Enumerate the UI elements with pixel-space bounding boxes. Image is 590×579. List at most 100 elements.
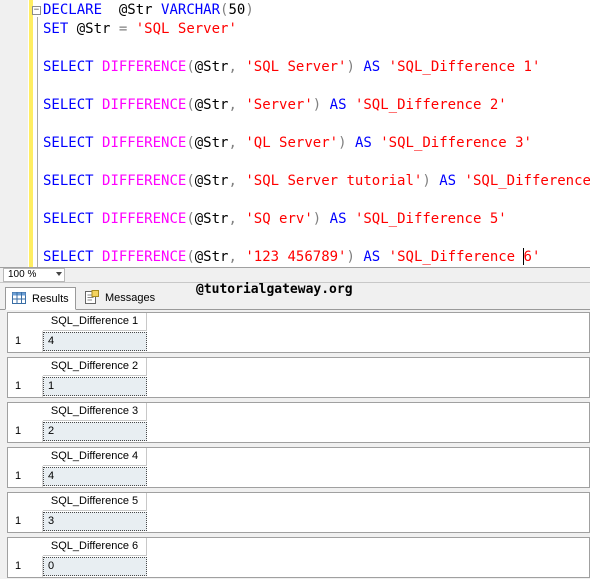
code-token: @Str (102, 2, 162, 18)
grid-icon (12, 292, 26, 304)
row-number[interactable]: 1 (8, 421, 43, 442)
code-token: ( (186, 249, 195, 265)
row-number[interactable]: 1 (8, 556, 43, 577)
code-token: , (228, 211, 237, 227)
horizontal-scrollbar[interactable] (68, 270, 586, 279)
row-number[interactable]: 1 (8, 376, 43, 397)
code-line: SELECT DIFFERENCE(@Str, 'SQL Server') AS… (43, 58, 540, 76)
code-token: 'SQL_Difference 6' (388, 249, 541, 265)
tab-results[interactable]: Results (5, 287, 76, 310)
code-token: ) (422, 173, 431, 189)
code-token: , (228, 59, 237, 75)
code-line: SET @Str = 'SQL Server' (43, 20, 237, 38)
code-token: 'SQL Server' (245, 59, 347, 75)
column-header[interactable]: SQL_Difference 5 (43, 493, 147, 511)
code-token: , (228, 249, 237, 265)
result-cell[interactable]: 0 (43, 557, 147, 576)
code-token: 50 (228, 2, 246, 18)
code-token: ) (245, 2, 254, 18)
code-token: AS (363, 249, 381, 265)
code-token: DIFFERENCE (102, 173, 187, 189)
row-number[interactable]: 1 (8, 331, 43, 352)
outline-line (37, 17, 38, 267)
result-grid[interactable]: SQL_Difference 6 1 0 (7, 537, 590, 578)
code-token: @Str (194, 97, 229, 113)
code-token: ) (312, 97, 322, 113)
column-header[interactable]: SQL_Difference 4 (43, 448, 147, 466)
code-token: AS (329, 211, 347, 227)
code-token: SET (43, 21, 69, 37)
code-token: SELECT (43, 97, 94, 113)
code-token: 'SQL_Difference 2' (354, 97, 507, 113)
text-caret (523, 248, 524, 265)
code-token: ( (186, 135, 195, 151)
code-token: '123 456789' (245, 249, 347, 265)
code-token: AS (439, 173, 457, 189)
code-token: SELECT (43, 249, 94, 265)
result-cell[interactable]: 2 (43, 422, 147, 441)
code-token: VARCHAR (161, 2, 221, 18)
messages-icon (85, 290, 99, 304)
code-token: AS (363, 59, 381, 75)
code-token: ( (186, 211, 195, 227)
code-token: 'SQ erv' (245, 211, 313, 227)
result-cell[interactable]: 3 (43, 512, 147, 531)
result-cell[interactable]: 1 (43, 377, 147, 396)
code-line: SELECT DIFFERENCE(@Str, '123 456789') AS… (43, 248, 540, 266)
watermark: @tutorialgateway.org (196, 282, 353, 297)
code-token: ) (338, 135, 347, 151)
code-token: , (228, 173, 237, 189)
code-token: 'SQL Server' (135, 21, 237, 37)
code-token: AS (329, 97, 347, 113)
row-number[interactable]: 1 (8, 466, 43, 487)
result-grid[interactable]: SQL_Difference 3 1 2 (7, 402, 590, 443)
code-line: DECLARE @Str VARCHAR(50) (43, 1, 254, 19)
column-header[interactable]: SQL_Difference 2 (43, 358, 147, 376)
collapse-region-icon[interactable]: − (32, 6, 41, 15)
column-header[interactable]: SQL_Difference 1 (43, 313, 147, 331)
result-grid[interactable]: SQL_Difference 4 1 4 (7, 447, 590, 488)
code-token: ( (186, 59, 195, 75)
result-grid[interactable]: SQL_Difference 1 1 4 (7, 312, 590, 353)
code-token: 'SQL_Difference 5' (354, 211, 507, 227)
column-header[interactable]: SQL_Difference 3 (43, 403, 147, 421)
result-cell[interactable]: 4 (43, 332, 147, 351)
query-editor[interactable]: − DECLARE @Str VARCHAR(50) SET @Str = 'SQ… (0, 0, 590, 267)
code-token: AS (354, 135, 372, 151)
result-grid[interactable]: SQL_Difference 2 1 1 (7, 357, 590, 398)
code-token: SELECT (43, 135, 94, 151)
code-line: SELECT DIFFERENCE(@Str, 'Server') AS 'SQ… (43, 96, 507, 114)
code-token: 'SQL_Difference 3' (380, 135, 532, 151)
code-token: 'SQL_Difference 4' (464, 173, 590, 189)
code-token: DIFFERENCE (102, 249, 187, 265)
tab-messages[interactable]: Messages (79, 287, 155, 310)
result-grid[interactable]: SQL_Difference 5 1 3 (7, 492, 590, 533)
zoom-level: 100 % (8, 269, 37, 280)
editor-gutter (0, 0, 28, 267)
column-header[interactable]: SQL_Difference 6 (43, 538, 147, 556)
code-token: ) (312, 211, 322, 227)
zoom-dropdown[interactable]: 100 % (3, 268, 65, 282)
tab-messages-label: Messages (105, 292, 156, 304)
code-token: @Str (68, 21, 119, 37)
code-line: SELECT DIFFERENCE(@Str, 'SQ erv') AS 'SQ… (43, 210, 507, 228)
code-token: @Str (194, 211, 229, 227)
code-token: 'QL Server' (245, 135, 339, 151)
code-token: DIFFERENCE (102, 211, 187, 227)
result-cell[interactable]: 4 (43, 467, 147, 486)
code-token: ) (346, 249, 355, 265)
code-token: ( (186, 97, 195, 113)
code-token: DIFFERENCE (102, 97, 187, 113)
row-number[interactable]: 1 (8, 511, 43, 532)
code-token: DIFFERENCE (102, 135, 187, 151)
